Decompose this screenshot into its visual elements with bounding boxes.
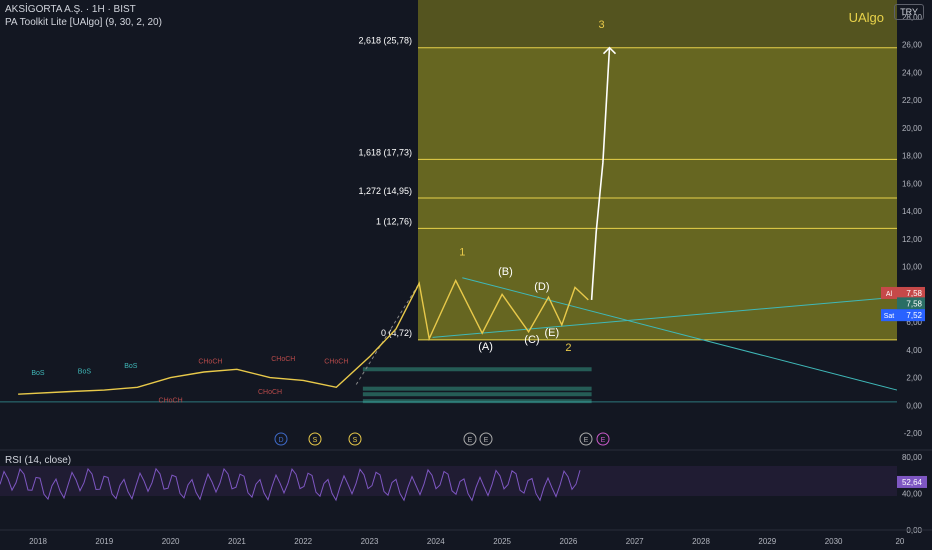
wave-label: 1 <box>459 247 465 259</box>
wave-label: (A) <box>478 341 493 353</box>
event-marker-label: D <box>278 437 283 444</box>
price-tag-value: 7,58 <box>906 289 922 298</box>
fib-zone-inner <box>418 47 897 340</box>
support-zone <box>362 392 592 397</box>
wave-label: 2 <box>565 342 571 354</box>
x-tick-label: 2021 <box>228 537 246 546</box>
y-tick-label: 4,00 <box>906 346 922 355</box>
y-tick-label: 2,00 <box>906 374 922 383</box>
price-tag-label: Al <box>886 291 893 298</box>
event-marker-label: E <box>484 437 489 444</box>
x-tick-label: 2027 <box>626 537 644 546</box>
y-tick-label: 12,00 <box>902 235 923 244</box>
fib-label: 2,618 (25,78) <box>358 36 412 46</box>
x-tick-label: 2030 <box>825 537 843 546</box>
wave-label: (B) <box>498 266 513 278</box>
price-tag-label: Sat <box>884 313 895 320</box>
structure-label: BoS <box>78 368 92 375</box>
event-marker-label: E <box>601 437 606 444</box>
x-tick-label: 2023 <box>361 537 379 546</box>
y-tick-label: 10,00 <box>902 263 923 272</box>
x-tick-label: 2029 <box>758 537 776 546</box>
x-tick-label: 2025 <box>493 537 511 546</box>
event-marker-label: S <box>313 437 318 444</box>
x-tick-label: 2022 <box>294 537 312 546</box>
y-tick-label: 22,00 <box>902 96 923 105</box>
structure-label: BoS <box>124 363 138 370</box>
x-tick-label: 2020 <box>162 537 180 546</box>
structure-label: CHoCH <box>324 359 348 366</box>
y-axis-bg <box>897 0 932 550</box>
y-tick-label: 26,00 <box>902 41 923 50</box>
structure-label: CHoCH <box>198 359 222 366</box>
symbol-title[interactable]: AKSİGORTA A.Ş. · 1H · BIST <box>5 4 136 15</box>
y-tick-label: 24,00 <box>902 68 923 77</box>
support-zone <box>362 386 592 391</box>
chart-svg: 2,618 (25,78) 1,618 (17,73) 1,272 (14,95) 1… <box>0 0 932 550</box>
event-marker-label: E <box>468 437 473 444</box>
wave-label: 3 <box>598 19 604 31</box>
x-tick-label: 20 <box>895 537 904 546</box>
chart-root: 2,618 (25,78) 1,618 (17,73) 1,272 (14,95) 1… <box>0 0 932 550</box>
structure-label: BoS <box>31 370 45 377</box>
support-zone <box>362 367 592 372</box>
wave-label: (C) <box>524 334 539 346</box>
rsi-tick-label: 40,00 <box>902 490 923 499</box>
rsi-tick-label: 80,00 <box>902 453 923 462</box>
fib-label: 1,272 (14,95) <box>358 186 412 196</box>
wave-label: (D) <box>534 281 549 293</box>
y-tick-label: 0,00 <box>906 401 922 410</box>
rsi-title[interactable]: RSI (14, close) <box>5 455 71 466</box>
x-tick-label: 2024 <box>427 537 445 546</box>
structure-label: CHoCH <box>159 398 183 405</box>
wave-label: (E) <box>544 327 559 339</box>
x-tick-label: 2018 <box>29 537 47 546</box>
event-marker-label: S <box>353 437 358 444</box>
x-tick-label: 2019 <box>95 537 113 546</box>
brand-label: UAlgo <box>849 10 884 25</box>
indicator-title[interactable]: PA Toolkit Lite [UAlgo] (9, 30, 2, 20) <box>5 17 162 28</box>
structure-label: CHoCH <box>258 389 282 396</box>
price-tag-value: 7,52 <box>906 311 922 320</box>
event-marker-label: E <box>584 437 589 444</box>
y-tick-label: 18,00 <box>902 152 923 161</box>
y-tick-label: -2,00 <box>904 429 923 438</box>
y-tick-label: 20,00 <box>902 124 923 133</box>
y-tick-label: 16,00 <box>902 179 923 188</box>
y-tick-label: 14,00 <box>902 207 923 216</box>
structure-label: CHoCH <box>271 356 295 363</box>
price-tag-value: 7,58 <box>906 299 922 308</box>
support-zone <box>362 399 592 404</box>
fib-label: 1,618 (17,73) <box>358 147 412 157</box>
x-tick-label: 2028 <box>692 537 710 546</box>
currency-button[interactable]: TRY <box>894 4 924 20</box>
x-tick-label: 2026 <box>560 537 578 546</box>
fib-label: 1 (12,76) <box>376 216 412 226</box>
rsi-last-value: 52,64 <box>902 478 923 487</box>
